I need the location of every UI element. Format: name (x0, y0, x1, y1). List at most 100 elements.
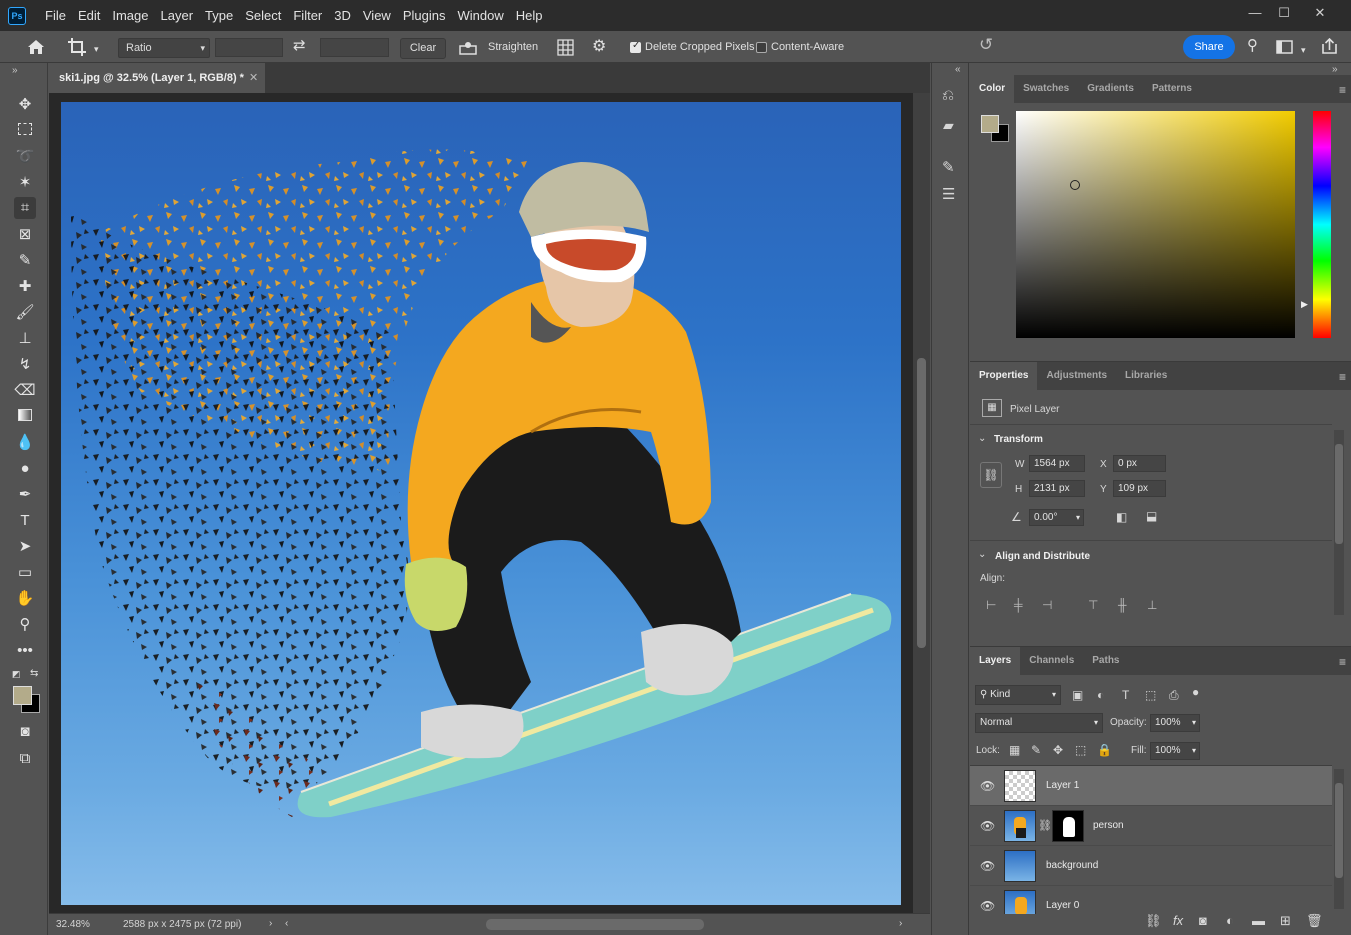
menu-layer[interactable]: Layer (155, 8, 200, 23)
lock-image-icon[interactable]: ✎ (1031, 743, 1041, 757)
flip-vertical-icon[interactable]: ⬓ (1146, 509, 1157, 523)
blend-mode-select[interactable]: Normal ▾ (975, 713, 1103, 733)
properties-scrollbar[interactable] (1334, 430, 1344, 615)
zoom-level[interactable]: 32.48% (56, 919, 90, 930)
menu-filter[interactable]: Filter (287, 8, 328, 23)
link-dimensions-icon[interactable]: ⛓ (980, 462, 1002, 488)
panel-menu-icon[interactable]: ≡ (1339, 370, 1346, 384)
delete-cropped-checkbox[interactable] (630, 40, 641, 53)
tab-paths[interactable]: Paths (1083, 647, 1128, 675)
align-right-icon[interactable]: ⊣ (1042, 598, 1052, 612)
opacity-input[interactable]: 100% ▾ (1150, 714, 1200, 732)
flip-horizontal-icon[interactable]: ◧ (1116, 510, 1127, 524)
tab-adjustments[interactable]: Adjustments (1037, 362, 1116, 390)
layer-filter-select[interactable]: ⚲ Kind ▾ (975, 685, 1061, 705)
collapse-right-icon[interactable]: » (1332, 64, 1338, 75)
ratio-select[interactable]: Ratio ▾ (118, 38, 210, 58)
layer-row-layer-0[interactable]: 👁 Layer 0 (970, 886, 1332, 914)
lasso-tool-icon[interactable]: ➰ (14, 146, 36, 168)
menu-3d[interactable]: 3D (328, 8, 357, 23)
document-tab[interactable]: ski1.jpg @ 32.5% (Layer 1, RGB/8) * ✕ (49, 63, 265, 93)
height-input[interactable]: 2131 px (1029, 480, 1085, 497)
chevron-down-icon[interactable]: ⌄ (978, 433, 986, 444)
align-horizontal-center-icon[interactable]: ╪ (1014, 598, 1023, 612)
straighten-label[interactable]: Straighten (488, 41, 538, 53)
more-tools-icon[interactable]: ••• (14, 640, 36, 662)
share-export-icon[interactable] (1321, 38, 1338, 55)
reset-icon[interactable]: ↺ (979, 36, 993, 53)
history-icon[interactable]: ⎌ (942, 87, 954, 104)
layer-name[interactable]: person (1093, 820, 1124, 831)
canvas-area[interactable] (49, 93, 913, 913)
filter-shape-icon[interactable]: ⬚ (1145, 688, 1156, 702)
menu-edit[interactable]: Edit (72, 8, 106, 23)
lock-all-icon[interactable]: 🔒 (1097, 743, 1112, 757)
home-icon[interactable] (26, 38, 46, 56)
collapse-tools-icon[interactable]: » (12, 65, 18, 76)
magic-wand-tool-icon[interactable]: ✶ (14, 172, 36, 194)
blur-tool-icon[interactable]: 💧 (14, 432, 36, 454)
menu-type[interactable]: Type (199, 8, 239, 23)
transform-section-title[interactable]: Transform (994, 434, 1043, 445)
filter-adjustment-icon[interactable]: ◐ (1097, 688, 1104, 702)
gear-icon[interactable]: ⚙ (592, 39, 606, 55)
adjustment-sliders-icon[interactable]: ☰ (942, 185, 955, 203)
layers-scrollbar[interactable] (1334, 769, 1344, 909)
tab-gradients[interactable]: Gradients (1078, 75, 1143, 103)
menu-plugins[interactable]: Plugins (397, 8, 452, 23)
ratio-height-input[interactable] (320, 38, 389, 57)
panel-menu-icon[interactable]: ≡ (1339, 655, 1346, 669)
link-layers-icon[interactable]: ⛓ (1145, 913, 1162, 929)
tab-properties[interactable]: Properties (970, 362, 1038, 390)
align-distribute-title[interactable]: Align and Distribute (995, 551, 1090, 562)
tab-channels[interactable]: Channels (1020, 647, 1083, 675)
brush-tool-icon[interactable]: 🖌 (14, 302, 36, 324)
frame-tool-icon[interactable]: ⊠ (14, 224, 36, 246)
zoom-tool-icon[interactable]: ⚲ (14, 614, 36, 636)
tab-patterns[interactable]: Patterns (1143, 75, 1201, 103)
color-picker-cursor[interactable] (1070, 180, 1080, 190)
filter-toggle-icon[interactable]: ● (1192, 685, 1199, 699)
search-icon[interactable]: ⚲ (1247, 38, 1258, 54)
hand-tool-icon[interactable]: ✋ (14, 588, 36, 610)
share-button[interactable]: Share (1183, 35, 1235, 59)
x-input[interactable]: 0 px (1113, 455, 1166, 472)
healing-brush-tool-icon[interactable]: ✚ (14, 276, 36, 298)
tab-layers[interactable]: Layers (970, 647, 1021, 675)
layer-name[interactable]: Layer 0 (1046, 900, 1079, 911)
layer-name[interactable]: Layer 1 (1046, 780, 1079, 791)
move-tool-icon[interactable]: ✥ (14, 94, 36, 116)
visibility-eye-icon[interactable]: 👁 (980, 899, 995, 913)
tab-libraries[interactable]: Libraries (1116, 362, 1176, 390)
pen-tool-icon[interactable]: ✒ (14, 484, 36, 506)
filter-type-icon[interactable]: T (1122, 688, 1129, 702)
lock-position-icon[interactable]: ✥ (1053, 743, 1063, 757)
maximize-icon[interactable]: ☐ (1273, 4, 1295, 22)
horizontal-scroll-thumb[interactable] (486, 919, 704, 930)
new-layer-icon[interactable]: ⊞ (1280, 913, 1291, 929)
chevron-right-icon[interactable]: › (269, 918, 272, 929)
layer-name[interactable]: background (1046, 860, 1098, 871)
foreground-color-chip[interactable] (981, 115, 999, 133)
minimize-icon[interactable]: — (1244, 4, 1266, 22)
default-colors-icon[interactable]: ◩ (12, 669, 21, 680)
close-tab-icon[interactable]: ✕ (249, 63, 258, 93)
mask-link-icon[interactable]: ⛓ (1038, 819, 1052, 832)
screen-mode-icon[interactable]: ⧉ (14, 748, 36, 770)
chevron-down-icon[interactable]: ▾ (1301, 42, 1306, 58)
align-bottom-icon[interactable]: ⊥ (1147, 598, 1157, 612)
hue-slider[interactable] (1313, 111, 1331, 338)
filter-pixel-icon[interactable]: ▣ (1072, 688, 1083, 702)
menu-file[interactable]: File (39, 8, 72, 23)
new-adjustment-layer-icon[interactable]: ◐ (1226, 913, 1234, 928)
rectangle-tool-icon[interactable]: ▭ (14, 562, 36, 584)
width-input[interactable]: 1564 px (1029, 455, 1085, 472)
document-canvas[interactable] (61, 102, 901, 905)
layer-row-background[interactable]: 👁 background (970, 846, 1332, 886)
visibility-eye-icon[interactable]: 👁 (980, 779, 995, 793)
collapse-panels-icon[interactable]: « (955, 64, 961, 75)
straighten-icon[interactable] (459, 41, 477, 55)
history-brush-tool-icon[interactable]: ↯ (14, 354, 36, 376)
comments-icon[interactable]: ▰ (943, 117, 954, 134)
color-field[interactable] (1016, 111, 1295, 338)
